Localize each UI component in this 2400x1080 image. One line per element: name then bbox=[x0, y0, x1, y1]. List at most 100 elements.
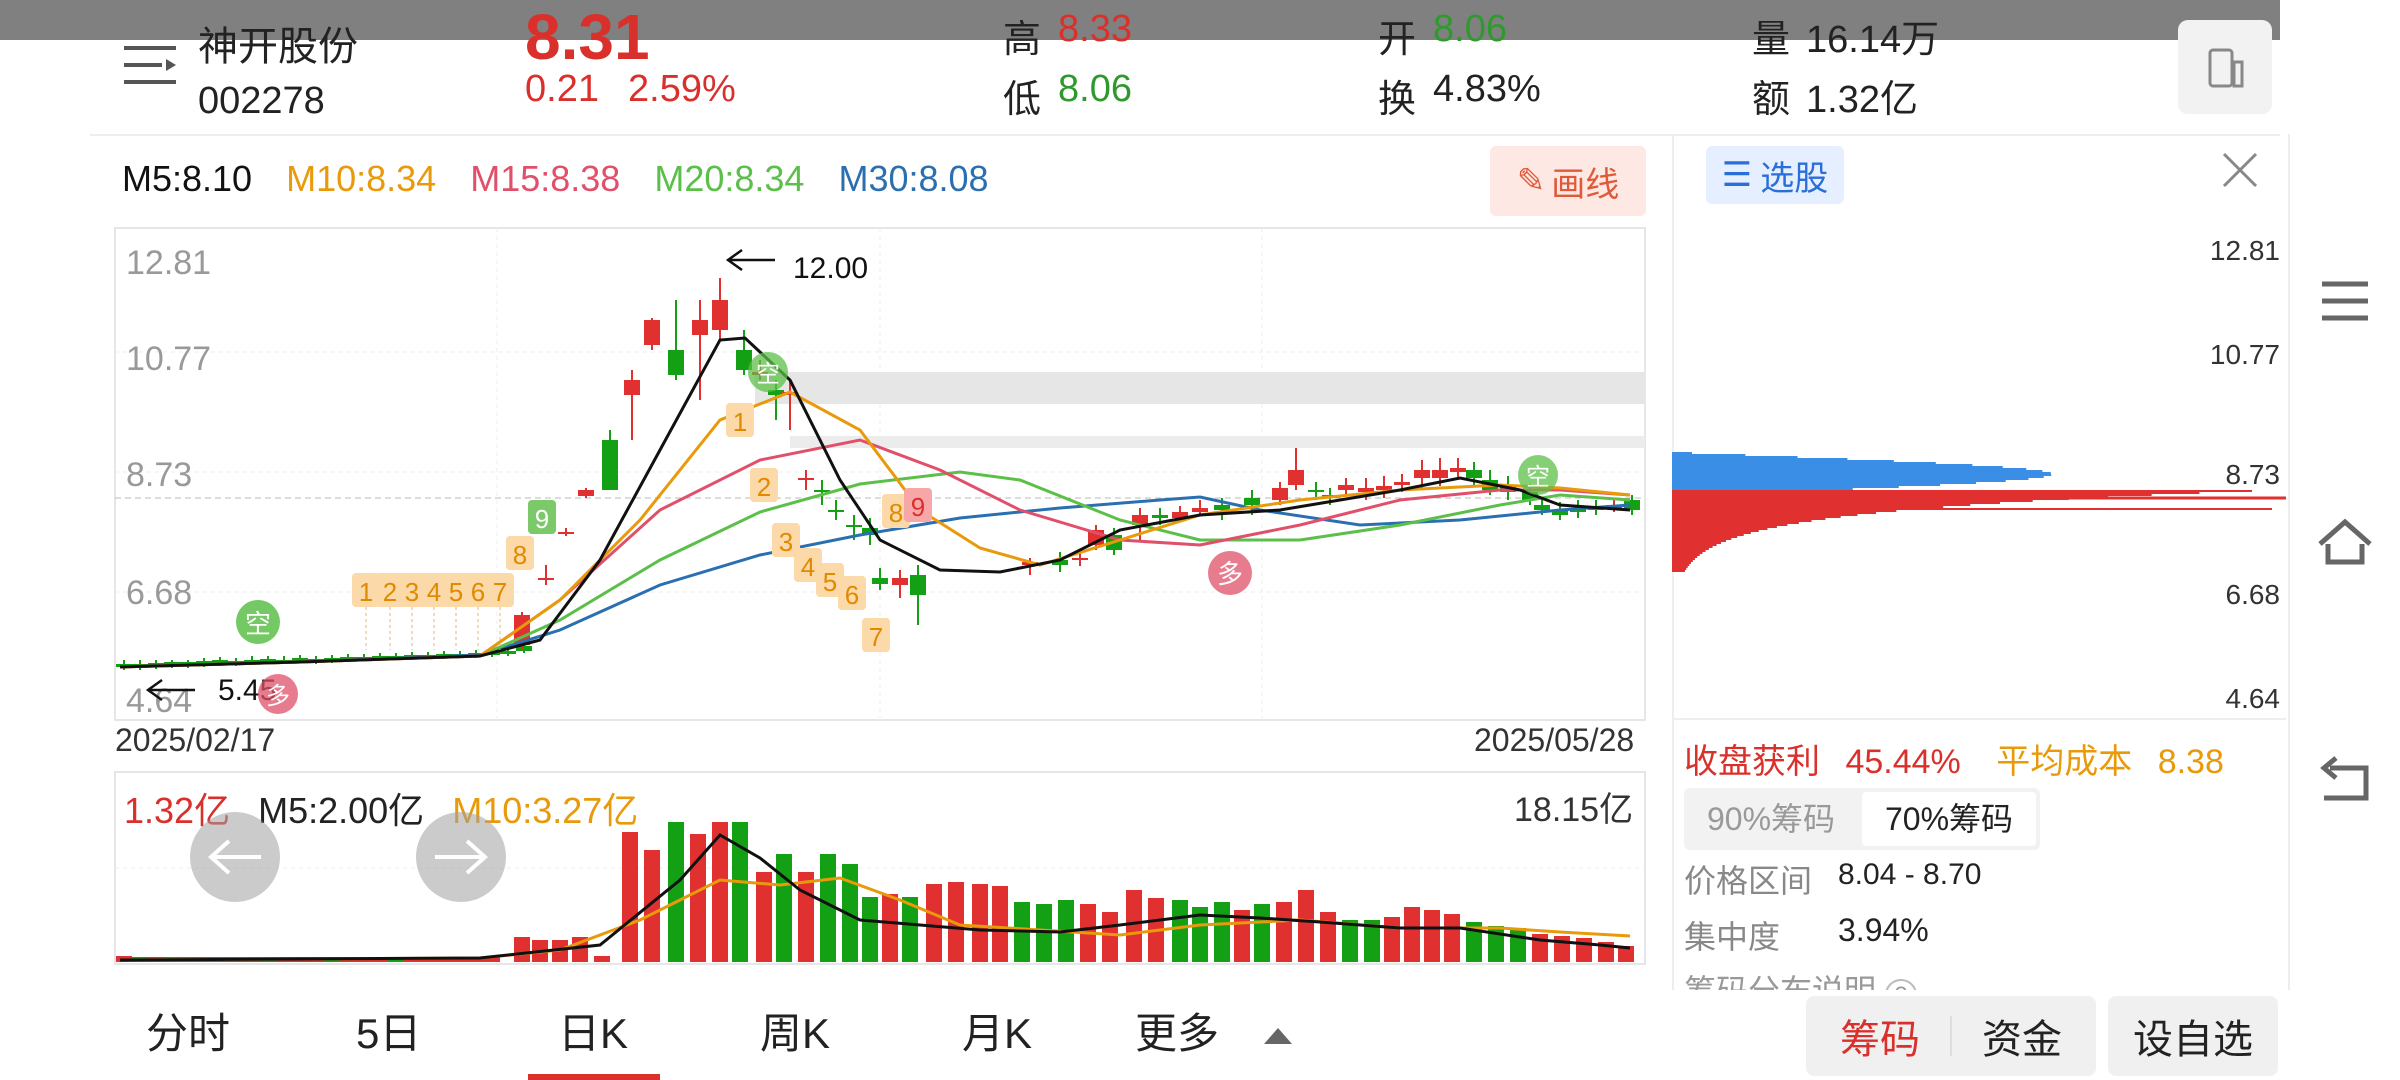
volume-bar bbox=[1342, 920, 1358, 962]
home-icon[interactable] bbox=[2310, 506, 2380, 576]
volume-bar bbox=[1510, 928, 1526, 962]
volume-max: 18.15亿 bbox=[1514, 791, 1634, 829]
chip-bar bbox=[1672, 530, 1759, 532]
volume-bar bbox=[1424, 910, 1440, 962]
chip-tick: 6.68 bbox=[2226, 579, 2281, 610]
chip-bar bbox=[1672, 566, 1688, 568]
chip-bar bbox=[1672, 502, 2001, 504]
chip-bar bbox=[1672, 562, 1691, 564]
price-range-label: 价格区间 bbox=[1684, 863, 1813, 899]
chip-explain-row[interactable]: 筹码分布说明 ? bbox=[1684, 966, 1917, 990]
chip-bar bbox=[1672, 486, 1899, 488]
chip-bar bbox=[1672, 522, 1799, 524]
scroll-right-button[interactable] bbox=[416, 812, 506, 902]
chip-bar bbox=[1672, 456, 1798, 458]
landscape-toggle-button[interactable] bbox=[2178, 20, 2272, 114]
chip-bar bbox=[1672, 478, 2029, 480]
chip-bar bbox=[1672, 550, 1706, 552]
chip-bar bbox=[1672, 514, 1858, 516]
avg-cost-label: 平均成本 bbox=[1996, 743, 2133, 781]
chip-bar bbox=[1672, 518, 1826, 520]
volume-bar bbox=[1384, 917, 1400, 962]
concentration-value: 3.94% bbox=[1838, 912, 1929, 948]
chip-bar bbox=[1672, 560, 1693, 562]
volume-bar bbox=[1576, 938, 1592, 962]
volume-bar bbox=[1172, 900, 1188, 962]
chip-bar bbox=[1672, 474, 2052, 476]
chips-button[interactable]: 筹码 资金 bbox=[1806, 996, 2096, 1076]
volume-bar bbox=[668, 822, 684, 962]
chip-tick: 10.77 bbox=[2210, 339, 2280, 370]
scroll-left-button[interactable] bbox=[190, 812, 280, 902]
chip-bar bbox=[1672, 494, 2152, 496]
chip-bar bbox=[1672, 480, 2006, 482]
chip-bar bbox=[1672, 484, 1941, 486]
tab-monthly-k[interactable]: 月K bbox=[962, 1000, 1032, 1061]
caret-up-icon[interactable] bbox=[1264, 1028, 1292, 1044]
chip-bar bbox=[1672, 470, 2043, 472]
chip-bar bbox=[1672, 462, 1936, 464]
chip-tick: 4.64 bbox=[2226, 683, 2281, 714]
chip-explain-label: 筹码分布说明 bbox=[1684, 973, 1876, 990]
profit-value: 45.44% bbox=[1845, 743, 1961, 781]
volume-bar bbox=[1404, 907, 1420, 962]
chip-profit-row: 收盘获利 45.44% 平均成本 8.38 bbox=[1684, 734, 2224, 783]
chip-bar bbox=[1672, 504, 1971, 506]
chip-bar bbox=[1672, 452, 1692, 454]
chip-bar bbox=[1672, 468, 2027, 470]
chip-bar bbox=[1672, 536, 1738, 538]
profit-label: 收盘获利 bbox=[1684, 743, 1820, 781]
volume-value: 16.14万 bbox=[1806, 19, 1940, 61]
chip-bar bbox=[1672, 532, 1751, 534]
chip-bar bbox=[1672, 570, 1685, 572]
volume-bar bbox=[882, 894, 898, 962]
volume-bar bbox=[776, 854, 792, 962]
active-tab-indicator bbox=[528, 1074, 660, 1080]
tab-weekly-k[interactable]: 周K bbox=[760, 1000, 830, 1061]
chip-tick: 8.73 bbox=[2226, 459, 2281, 490]
tab-daily-k[interactable]: 日K bbox=[558, 1000, 628, 1061]
amount-label: 额 bbox=[1752, 79, 1791, 121]
chip-divider bbox=[1672, 718, 2286, 720]
funds-label[interactable]: 资金 bbox=[1952, 1007, 2092, 1065]
chip-bar bbox=[1672, 506, 1944, 508]
chip-bar bbox=[1672, 464, 1973, 466]
add-watchlist-button[interactable]: 设自选 bbox=[2108, 996, 2278, 1076]
volume-bar bbox=[514, 937, 530, 962]
chip-bar bbox=[1672, 488, 1853, 490]
concentration-label: 集中度 bbox=[1684, 919, 1781, 955]
tab-70-chips[interactable]: 70%筹码 bbox=[1862, 792, 2036, 846]
chip-bar bbox=[1672, 458, 1848, 460]
chip-bar bbox=[1672, 544, 1717, 546]
chip-bar bbox=[1672, 512, 1876, 514]
volume-bar bbox=[1126, 890, 1142, 962]
chip-distribution-chart: 12.81 10.77 8.73 6.68 4.64 bbox=[1672, 235, 2286, 714]
tab-intraday[interactable]: 分时 bbox=[146, 1000, 230, 1061]
volume-bar bbox=[1298, 890, 1314, 962]
menu-icon[interactable] bbox=[2310, 266, 2380, 336]
chip-bar bbox=[1672, 510, 1897, 512]
tab-5day[interactable]: 5日 bbox=[356, 1000, 421, 1061]
tab-more[interactable]: 更多 bbox=[1135, 1000, 1219, 1061]
avg-cost-value: 8.38 bbox=[2157, 743, 2224, 781]
chip-bar bbox=[1672, 490, 2252, 492]
chip-bar bbox=[1672, 516, 1841, 518]
chip-bar bbox=[1672, 466, 2003, 468]
chip-bar bbox=[1672, 476, 2044, 478]
chip-bar bbox=[1672, 540, 1726, 542]
chip-tabs: 90%筹码 70%筹码 bbox=[1684, 788, 2040, 850]
chip-tick: 12.81 bbox=[2210, 235, 2280, 266]
tab-90-chips[interactable]: 90%筹码 bbox=[1684, 788, 1858, 850]
chip-bar bbox=[1672, 552, 1703, 554]
volume-bar bbox=[1214, 902, 1230, 962]
back-icon[interactable] bbox=[2310, 746, 2380, 816]
chip-bar bbox=[1672, 546, 1713, 548]
chip-bar bbox=[1672, 500, 2033, 502]
chip-bar bbox=[1672, 472, 2051, 474]
volume-bar bbox=[1444, 914, 1460, 962]
volume-bar bbox=[1276, 902, 1292, 962]
volume-bar bbox=[622, 832, 638, 962]
chip-bar bbox=[1672, 548, 1709, 550]
chip-bar bbox=[1672, 558, 1695, 560]
volume-bar bbox=[798, 872, 814, 962]
